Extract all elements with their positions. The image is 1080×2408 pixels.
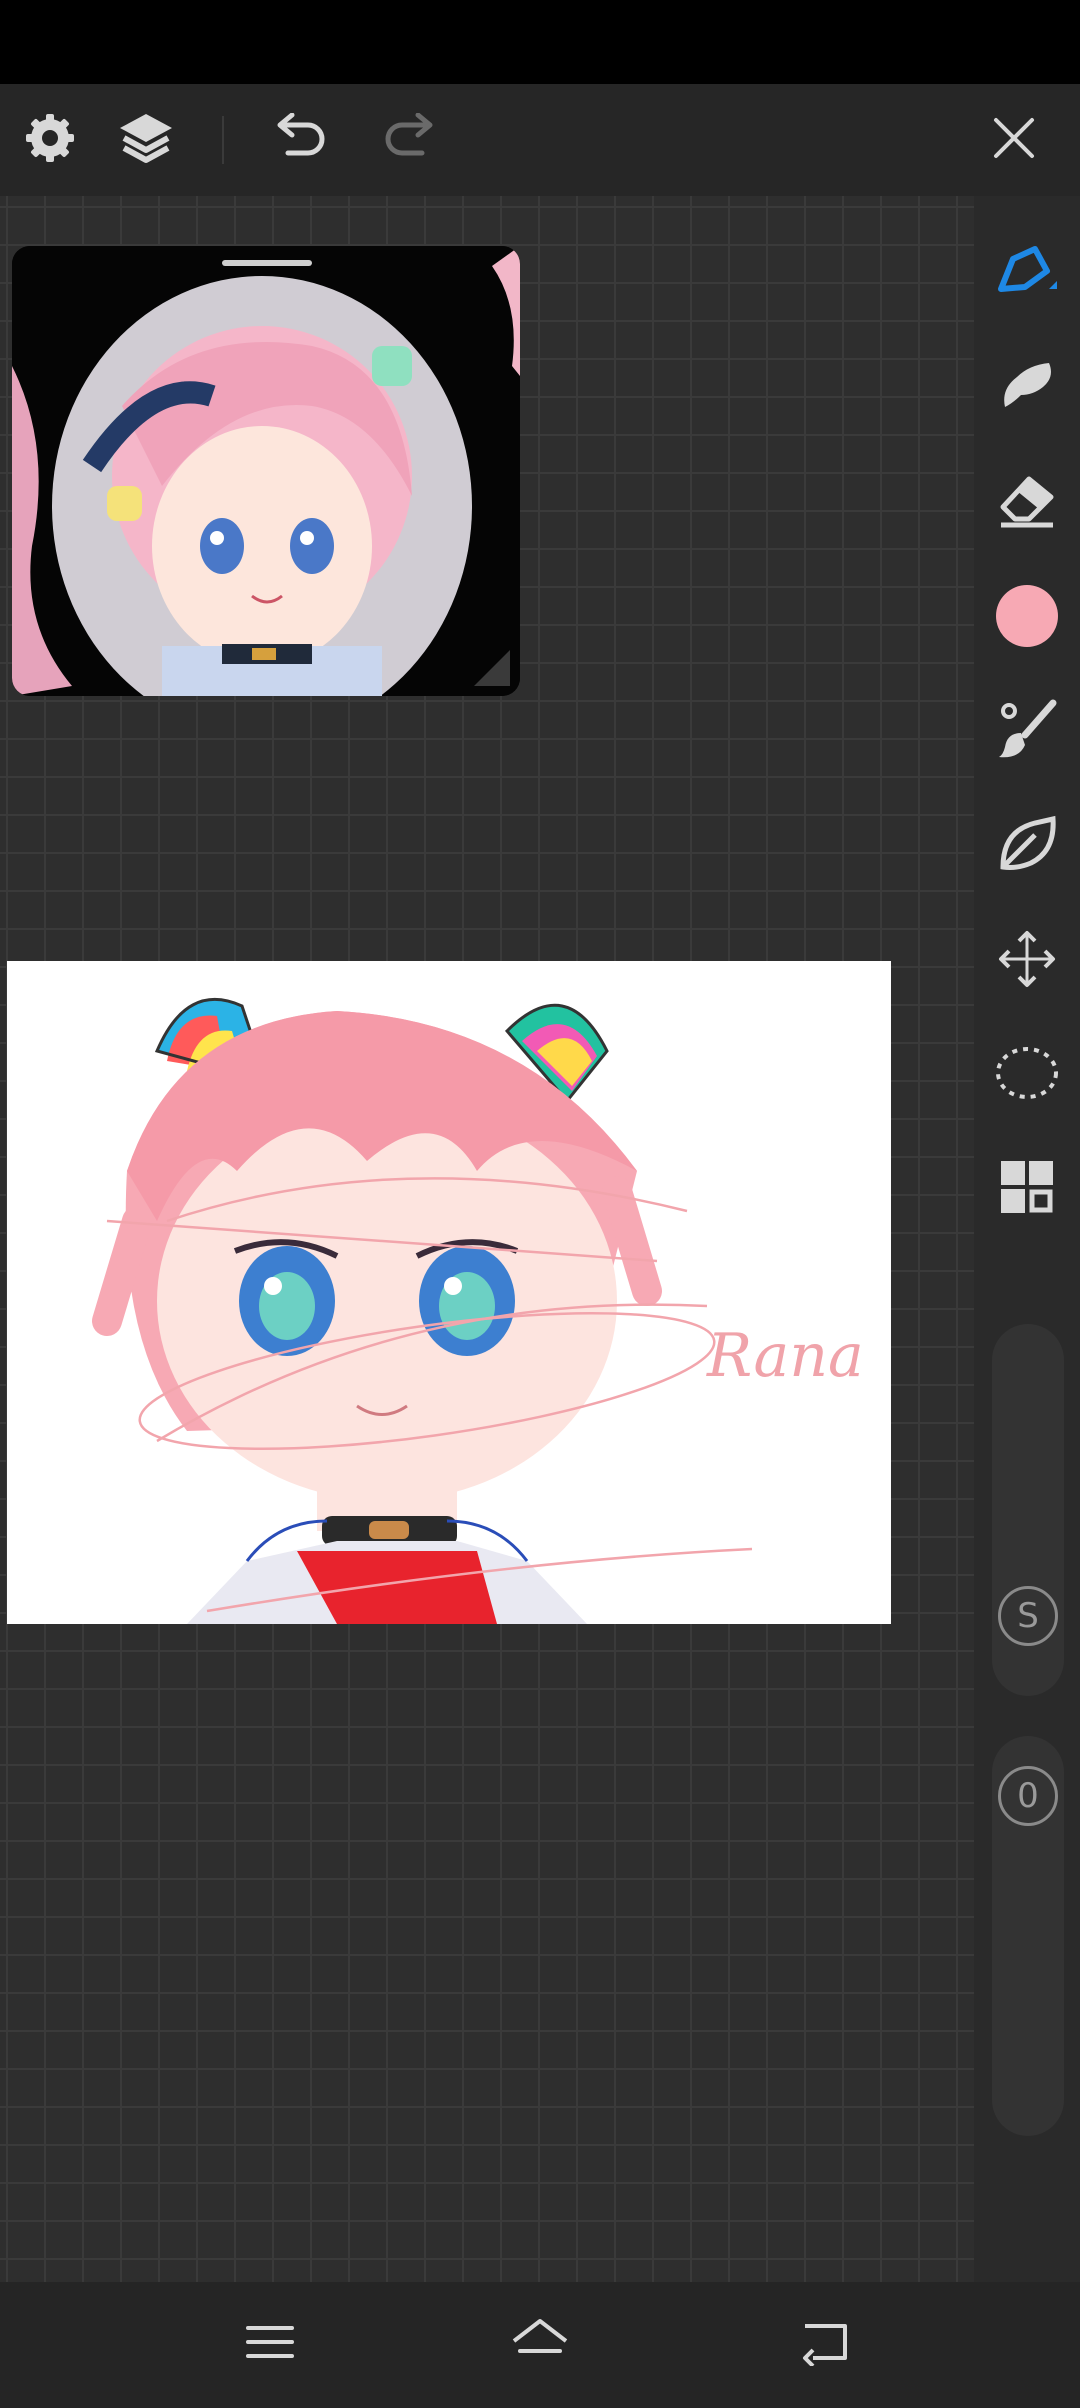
layers-button[interactable] (96, 84, 196, 196)
close-button[interactable] (964, 84, 1064, 196)
lasso-tool[interactable] (992, 1040, 1062, 1110)
lasso-icon (994, 1041, 1060, 1109)
system-nav-bar (0, 2282, 1080, 2408)
grid-icon (997, 1157, 1057, 1221)
drawing-canvas[interactable]: Rana (7, 961, 891, 1624)
back-button[interactable] (780, 2304, 870, 2384)
drawing-artwork (7, 961, 891, 1624)
reference-resize-handle[interactable] (474, 650, 510, 686)
gear-icon (22, 110, 78, 170)
fill-icon (995, 811, 1059, 879)
transform-tool[interactable] (992, 926, 1062, 996)
reference-drag-handle[interactable] (222, 260, 312, 266)
tool-panel: S 0 (974, 196, 1080, 2282)
status-bar (0, 0, 1080, 84)
brush-tool[interactable] (992, 696, 1062, 766)
transform-icon (995, 927, 1059, 995)
fill-tool[interactable] (992, 810, 1062, 880)
settings-button[interactable] (0, 84, 100, 196)
smudge-tool[interactable] (992, 352, 1062, 422)
opacity-label: 0 (998, 1766, 1058, 1826)
current-color-swatch (996, 585, 1058, 647)
eraser-icon (995, 467, 1059, 535)
brush-icon (995, 697, 1059, 765)
pen-icon (995, 237, 1059, 305)
back-icon (797, 2318, 853, 2370)
layout-tool[interactable] (992, 1154, 1062, 1224)
redo-icon (382, 112, 442, 167)
color-picker[interactable] (992, 581, 1062, 651)
home-icon (510, 2317, 570, 2371)
redo-button[interactable] (362, 84, 462, 196)
reference-image (12, 246, 520, 696)
home-button[interactable] (495, 2304, 585, 2384)
recent-apps-button[interactable] (225, 2304, 315, 2384)
pen-tool[interactable] (992, 236, 1062, 306)
size-label: S (998, 1586, 1058, 1646)
undo-button[interactable] (248, 84, 348, 196)
signature-text: Rana (707, 1321, 864, 1391)
toolbar-separator (222, 116, 224, 164)
menu-icon (245, 2322, 295, 2366)
close-icon (990, 114, 1038, 166)
smudge-icon (995, 353, 1059, 421)
layers-icon (116, 108, 176, 172)
eraser-tool[interactable] (992, 466, 1062, 536)
top-toolbar (0, 84, 1080, 196)
undo-icon (268, 112, 328, 167)
reference-window[interactable] (12, 246, 520, 696)
